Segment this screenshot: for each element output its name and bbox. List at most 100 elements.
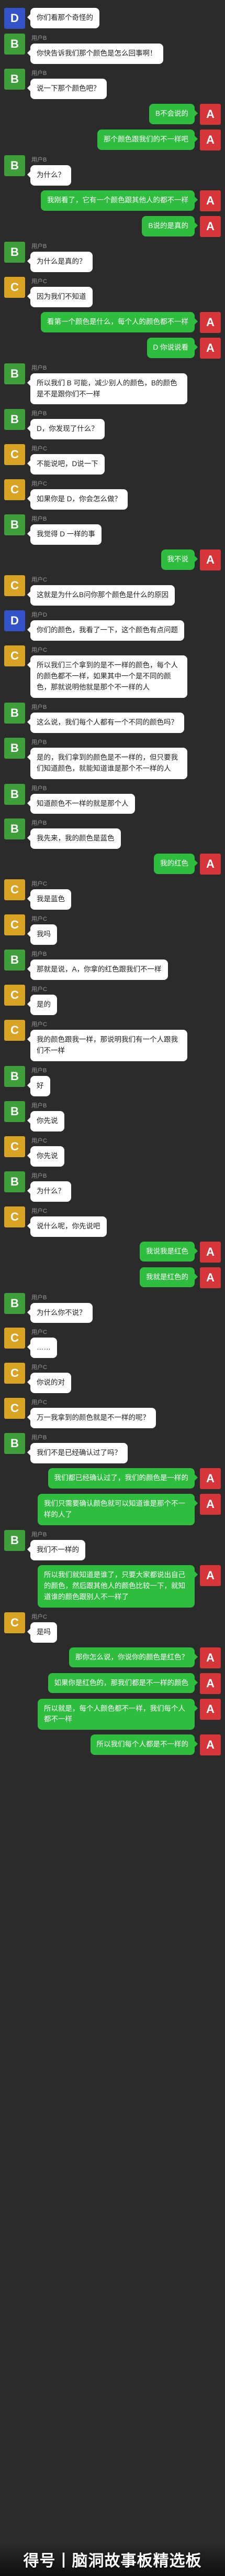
avatar[interactable]: A bbox=[200, 311, 221, 333]
message-bubble[interactable]: 为什么是真的？ bbox=[27, 251, 93, 272]
message-bubble[interactable]: 我就是红色的 bbox=[140, 1267, 198, 1288]
message-bubble[interactable]: 我是蓝色 bbox=[27, 889, 71, 910]
message-bubble[interactable]: 你先说 bbox=[27, 1111, 64, 1131]
avatar[interactable]: A bbox=[200, 103, 221, 125]
avatar[interactable]: C bbox=[4, 985, 25, 1006]
avatar[interactable]: B bbox=[4, 34, 25, 55]
avatar[interactable]: B bbox=[4, 783, 25, 805]
message-bubble[interactable]: 我的红色 bbox=[154, 854, 198, 875]
message-bubble[interactable]: 是的 bbox=[27, 995, 57, 1016]
avatar[interactable]: A bbox=[200, 1673, 221, 1694]
message-bubble[interactable]: 我们不一样的 bbox=[27, 1539, 85, 1560]
avatar[interactable]: A bbox=[200, 1734, 221, 1756]
avatar[interactable]: A bbox=[200, 129, 221, 150]
avatar[interactable]: A bbox=[200, 337, 221, 359]
message-bubble[interactable]: 如果你是 D，你会怎么做？ bbox=[27, 489, 128, 510]
message-bubble[interactable]: 我刚看了，它有一个颜色跟其他人的都不一样 bbox=[41, 190, 198, 211]
message-bubble[interactable]: B说的是真的 bbox=[142, 215, 198, 236]
message-bubble[interactable]: 那就是说，A，你拿的红色跟我们不一样 bbox=[27, 960, 168, 980]
avatar[interactable]: B bbox=[4, 155, 25, 176]
message-bubble[interactable]: 是吗 bbox=[27, 1622, 57, 1643]
avatar[interactable]: D bbox=[4, 610, 25, 632]
avatar[interactable]: C bbox=[4, 914, 25, 936]
message-bubble[interactable]: 说一下那个颜色吧？ bbox=[27, 78, 107, 99]
message-bubble[interactable]: 我先来，我的颜色是蓝色 bbox=[27, 828, 121, 849]
avatar[interactable]: B bbox=[4, 241, 25, 263]
message-bubble[interactable]: 你们的颜色，我看了一下，这个颜色有点问题 bbox=[27, 620, 184, 641]
avatar[interactable]: A bbox=[200, 549, 221, 571]
avatar[interactable]: C bbox=[4, 1206, 25, 1227]
message-bubble[interactable]: 知道颜色不一样的就是那个人 bbox=[27, 793, 135, 814]
message-bubble[interactable]: D，你发现了什么？ bbox=[27, 419, 105, 440]
avatar[interactable]: A bbox=[200, 1241, 221, 1263]
avatar[interactable]: B bbox=[4, 818, 25, 840]
message-bubble[interactable]: 我们都已经确认过了，我们的颜色是一样的 bbox=[48, 1468, 198, 1489]
message-bubble[interactable]: 那你怎么说，你说你的颜色是红色？ bbox=[69, 1647, 198, 1668]
message-bubble[interactable]: 那个颜色跟我们的不一样吧 bbox=[97, 129, 198, 150]
avatar[interactable]: B bbox=[4, 409, 25, 430]
avatar[interactable]: C bbox=[4, 879, 25, 901]
avatar[interactable]: A bbox=[200, 1468, 221, 1490]
avatar[interactable]: B bbox=[4, 1292, 25, 1314]
message-bubble[interactable]: 这么说，我们每个人都有一个不同的颜色吗？ bbox=[27, 712, 184, 733]
message-bubble[interactable]: 我们只需要确认颜色就可以知道谁是那个不一样的人了 bbox=[38, 1494, 198, 1525]
message-bubble[interactable]: 这就是为什么B问你那个颜色是什么的原因 bbox=[27, 585, 175, 606]
message-bubble[interactable]: 说什么呢，你先说吧 bbox=[27, 1216, 107, 1237]
avatar[interactable]: B bbox=[4, 363, 25, 384]
message-bubble[interactable]: 我吗 bbox=[27, 924, 57, 945]
chat-thread[interactable]: D 你们看那个奇怪的 B 用户B 你快告诉我们那个颜色是怎么回事啊！ B 用户B 说一下那个颜… bbox=[0, 0, 225, 1802]
message-bubble[interactable]: 我不说 bbox=[161, 549, 198, 570]
message-bubble[interactable]: 为什么你不说？ bbox=[27, 1302, 93, 1323]
avatar[interactable]: B bbox=[4, 1065, 25, 1087]
avatar[interactable]: B bbox=[4, 950, 25, 971]
message-bubble[interactable]: B不会说的 bbox=[149, 103, 198, 124]
message-bubble[interactable]: 好 bbox=[27, 1075, 50, 1096]
message-bubble[interactable]: 不能说吧，D说一下 bbox=[27, 454, 105, 475]
message-bubble[interactable]: 我们不是已经确认过了吗？ bbox=[27, 1443, 128, 1464]
avatar[interactable]: B bbox=[4, 514, 25, 536]
message-bubble[interactable]: 我说我是红色 bbox=[140, 1241, 198, 1262]
message-bubble[interactable]: 如果你是红色的，那我们都是不一样的颜色 bbox=[48, 1673, 198, 1694]
message-bubble[interactable]: 你快告诉我们那个颜色是怎么回事啊！ bbox=[27, 44, 163, 64]
message-bubble[interactable]: 因为我们不知道 bbox=[27, 286, 93, 307]
message-bubble[interactable]: 你说的对 bbox=[27, 1373, 71, 1394]
avatar[interactable]: B bbox=[4, 737, 25, 759]
message-bubble[interactable]: 为什么？ bbox=[27, 165, 71, 186]
avatar[interactable]: A bbox=[200, 215, 221, 237]
avatar[interactable]: A bbox=[200, 854, 221, 875]
avatar[interactable]: C bbox=[4, 444, 25, 466]
avatar[interactable]: A bbox=[200, 1647, 221, 1668]
avatar[interactable]: B bbox=[4, 1529, 25, 1551]
avatar[interactable]: A bbox=[200, 1565, 221, 1586]
message-bubble[interactable]: 所以我们三个拿到的是不一样的颜色，每个人的颜色都不一样，如果其中一个是不同的颜色… bbox=[27, 655, 187, 698]
avatar[interactable]: B bbox=[4, 1433, 25, 1454]
avatar[interactable]: C bbox=[4, 1020, 25, 1041]
message-bubble[interactable]: 我的颜色跟我一样，那说明我们有一个人跟我们不一样 bbox=[27, 1030, 187, 1061]
avatar[interactable]: C bbox=[4, 645, 25, 666]
avatar[interactable]: C bbox=[4, 575, 25, 597]
message-bubble[interactable]: 是的，我们拿到的颜色是不一样的，但只要我们知道颜色，就能知道谁是那个不一样的人 bbox=[27, 747, 187, 779]
avatar[interactable]: C bbox=[4, 1363, 25, 1384]
avatar[interactable]: D bbox=[4, 8, 25, 29]
avatar[interactable]: B bbox=[4, 1171, 25, 1192]
avatar[interactable]: A bbox=[200, 1267, 221, 1288]
avatar[interactable]: A bbox=[200, 1494, 221, 1515]
avatar[interactable]: B bbox=[4, 1101, 25, 1122]
message-bubble[interactable]: 为什么？ bbox=[27, 1181, 71, 1202]
message-bubble[interactable]: 万一我拿到的颜色就是不一样的呢？ bbox=[27, 1408, 156, 1429]
message-bubble[interactable]: 所以我们每个人都是不一样的 bbox=[90, 1734, 198, 1755]
avatar[interactable]: B bbox=[4, 702, 25, 724]
avatar[interactable]: C bbox=[4, 1328, 25, 1349]
message-bubble[interactable]: 我觉得 D 一样的事 bbox=[27, 524, 102, 545]
message-bubble[interactable]: …… bbox=[27, 1338, 57, 1359]
avatar[interactable]: C bbox=[4, 276, 25, 298]
avatar[interactable]: A bbox=[200, 190, 221, 211]
avatar[interactable]: C bbox=[4, 479, 25, 501]
avatar[interactable]: C bbox=[4, 1612, 25, 1633]
message-bubble[interactable]: 你们看那个奇怪的 bbox=[27, 8, 99, 28]
avatar[interactable]: C bbox=[4, 1398, 25, 1419]
avatar[interactable]: C bbox=[4, 1136, 25, 1157]
message-bubble[interactable]: 所以我们就知道是谁了，只要大家都说出自己的颜色，然后跟其他人的颜色比较一下，就知… bbox=[38, 1565, 198, 1608]
message-bubble[interactable]: 看第一个颜色是什么，每个人的颜色都不一样 bbox=[41, 311, 198, 332]
message-bubble[interactable]: 你先说 bbox=[27, 1146, 64, 1167]
